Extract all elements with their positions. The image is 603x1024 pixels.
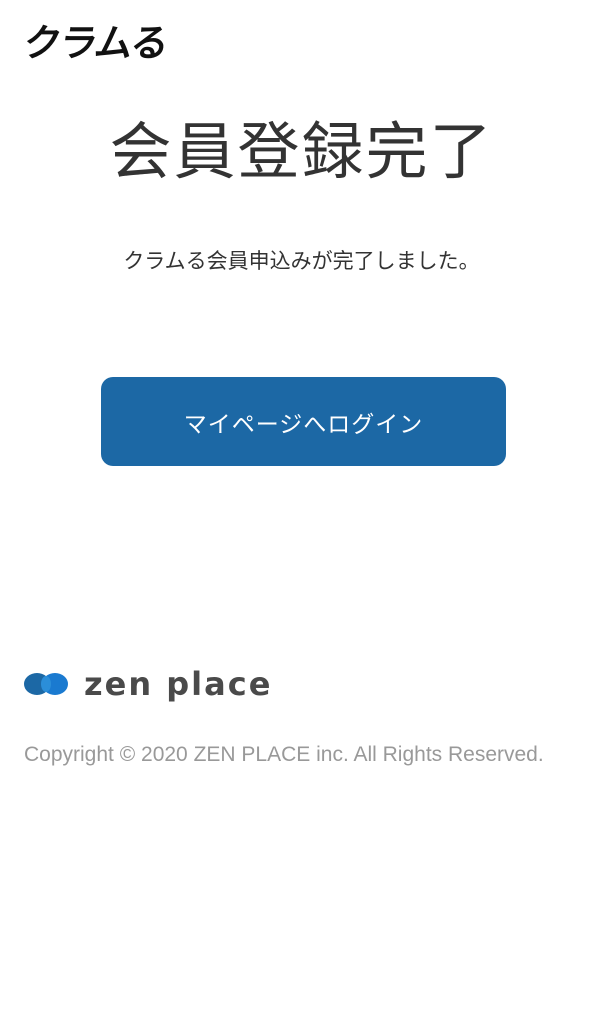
page-title: 会員登録完了 xyxy=(109,115,494,188)
zen-place-wordmark: zen place xyxy=(84,665,273,703)
zen-place-mark-icon xyxy=(24,673,68,695)
completion-message: クラムる会員申込みが完了しました。 xyxy=(123,249,480,273)
zen-place-logo: zen place xyxy=(24,664,272,704)
site-header: クラムる xyxy=(21,18,170,68)
kuramuru-logo[interactable]: クラムる xyxy=(20,18,170,68)
copyright-text: Copyright © 2020 ZEN PLACE inc. All Righ… xyxy=(24,743,544,766)
mypage-login-button[interactable]: マイページへログイン xyxy=(101,377,506,466)
